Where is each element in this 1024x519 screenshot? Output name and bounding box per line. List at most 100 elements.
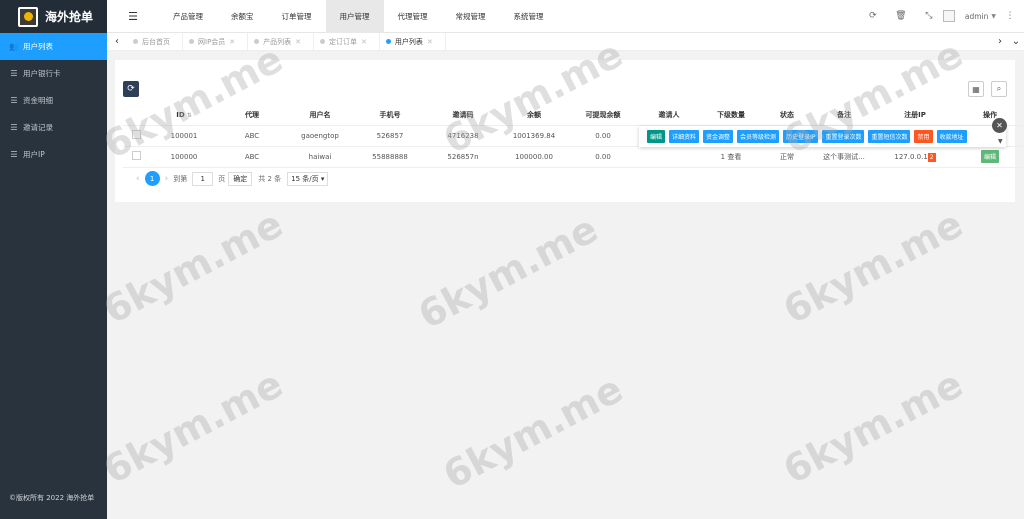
cell-username: haiwai bbox=[285, 146, 355, 168]
reset-sms-count-button[interactable]: 重置短信次数 bbox=[868, 130, 911, 143]
tab-dot bbox=[320, 39, 326, 44]
avatar[interactable] bbox=[942, 10, 955, 22]
sidebar-item-funds[interactable]: ☰ 资金明细 bbox=[0, 87, 107, 114]
tab-label: 定订订单 bbox=[329, 37, 358, 46]
sidebar-item-label: 用户列表 bbox=[23, 42, 53, 51]
list-icon: ☰ bbox=[10, 123, 18, 132]
table-row: 100000 ABC haiwai 55888888 526857n 10000… bbox=[123, 146, 1024, 168]
columns-filter-button[interactable]: ▦ bbox=[968, 81, 984, 97]
caret-down-icon: ▼ bbox=[991, 12, 996, 20]
col-remark: 备注 bbox=[811, 106, 877, 126]
chevron-right-icon[interactable]: › bbox=[992, 36, 1008, 47]
cell-id: 100001 bbox=[149, 125, 219, 147]
watermark: 6kym.me bbox=[776, 361, 970, 493]
close-icon[interactable]: ✕ bbox=[427, 38, 433, 46]
login-ip-history-button[interactable]: 历史登录IP bbox=[783, 130, 819, 143]
tab-dot bbox=[254, 39, 260, 44]
sidebar-item-user-ip[interactable]: ☰ 用户IP bbox=[0, 141, 107, 168]
tab-label: 用户列表 bbox=[394, 37, 423, 46]
refresh-icon: ⟳ bbox=[127, 84, 135, 94]
user-menu[interactable]: admin ▼ bbox=[965, 12, 996, 21]
col-withdrawable: 可提现余额 bbox=[567, 106, 639, 126]
cell-id: 100000 bbox=[149, 146, 219, 168]
prev-page-icon[interactable]: ‹ bbox=[136, 174, 140, 184]
app-name: 海外抢单 bbox=[45, 10, 94, 24]
page-tabs: ‹ 后台首页 网IP会员 ✕ 产品列表 ✕ 定订订单 ✕ 用户列表 ✕ › ⌄ bbox=[107, 32, 1024, 51]
menu-toggle-icon[interactable]: ☰ bbox=[107, 10, 159, 23]
sidebar-item-user-list[interactable]: 👥 用户列表 bbox=[0, 33, 107, 60]
page-size-select[interactable]: 15 条/页 ▾ bbox=[287, 171, 329, 186]
level-check-button[interactable]: 会员等级检测 bbox=[737, 130, 780, 143]
users-icon: 👥 bbox=[9, 42, 19, 51]
sidebar-item-bank-card[interactable]: ☰ 用户银行卡 bbox=[0, 60, 107, 87]
next-page-icon[interactable]: › bbox=[165, 174, 169, 184]
sidebar: 海外抢单 👥 用户列表 ☰ 用户银行卡 ☰ 资金明细 ☰ 邀请记录 ☰ 用户IP… bbox=[0, 0, 107, 519]
disable-button[interactable]: 禁用 bbox=[914, 130, 933, 143]
close-icon[interactable]: ✕ bbox=[229, 38, 235, 46]
ip-text: 127.0.0.1 bbox=[894, 152, 928, 161]
tab-ip-members[interactable]: 网IP会员 ✕ bbox=[183, 32, 249, 51]
refresh-icon[interactable]: ⟳ bbox=[859, 11, 887, 21]
list-icon: ☰ bbox=[10, 96, 18, 105]
row-checkbox[interactable] bbox=[131, 151, 141, 160]
logo[interactable]: 海外抢单 bbox=[0, 0, 107, 33]
tab-home[interactable]: 后台首页 bbox=[127, 32, 183, 51]
goto-confirm-button[interactable]: 确定 bbox=[228, 171, 253, 186]
cell-inviter bbox=[639, 146, 699, 168]
col-id[interactable]: ID ⇅ bbox=[149, 106, 219, 126]
cell-balance: 100000.00 bbox=[501, 146, 567, 168]
total-count: 共 2 条 bbox=[258, 174, 282, 183]
fullscreen-icon[interactable]: ⤡ bbox=[915, 11, 943, 21]
col-agent: 代理 bbox=[219, 106, 285, 126]
reset-login-count-button[interactable]: 重置登录次数 bbox=[822, 130, 865, 143]
cell-phone: 55888888 bbox=[355, 146, 425, 168]
trash-icon[interactable]: 🗑 bbox=[887, 11, 915, 21]
nav-users[interactable]: 用户管理 bbox=[325, 0, 384, 33]
sort-icon[interactable]: ⇅ bbox=[187, 112, 192, 119]
sidebar-item-invites[interactable]: ☰ 邀请记录 bbox=[0, 114, 107, 141]
table-refresh-button[interactable]: ⟳ bbox=[123, 81, 139, 97]
tab-products[interactable]: 产品列表 ✕ bbox=[248, 32, 315, 51]
tab-label: 产品列表 bbox=[263, 37, 292, 46]
nav-orders[interactable]: 订单管理 bbox=[268, 0, 326, 33]
caret-down-icon: ▼ bbox=[998, 138, 1003, 145]
close-popup-icon[interactable]: ✕ bbox=[992, 118, 1007, 133]
cell-username: gaoengtop bbox=[285, 125, 355, 147]
col-inviter: 邀请人 bbox=[639, 106, 699, 126]
nav-agents[interactable]: 代理管理 bbox=[384, 0, 442, 33]
username-label: admin bbox=[964, 11, 989, 21]
chevron-down-icon[interactable]: ⌄ bbox=[1008, 36, 1024, 47]
tab-dot bbox=[133, 39, 138, 44]
payment-address-button[interactable]: 收款地址 bbox=[936, 130, 967, 143]
copyright: ©版权所有 2022 海外抢单 bbox=[9, 494, 95, 502]
subordinates-link[interactable]: 1 查看 bbox=[699, 146, 763, 168]
close-icon[interactable]: ✕ bbox=[361, 38, 367, 46]
nav-yuebao[interactable]: 余额宝 bbox=[217, 0, 268, 33]
ip-count-badge[interactable]: 2 bbox=[927, 152, 936, 162]
current-page[interactable]: 1 bbox=[144, 171, 160, 186]
list-icon: ☰ bbox=[10, 150, 18, 159]
cell-ip: 127.0.0.1 2 bbox=[877, 146, 953, 168]
cell-invite-code: 526857n bbox=[425, 146, 501, 168]
more-vertical-icon[interactable]: ⋮ bbox=[1004, 11, 1016, 21]
tab-user-list[interactable]: 用户列表 ✕ bbox=[380, 32, 446, 51]
chevron-left-icon[interactable]: ‹ bbox=[107, 36, 127, 47]
nav-products[interactable]: 产品管理 bbox=[159, 0, 217, 33]
nav-system[interactable]: 系统管理 bbox=[500, 0, 558, 33]
cell-agent: ABC bbox=[219, 125, 285, 147]
col-subordinates: 下级数量 bbox=[699, 106, 763, 126]
search-button[interactable]: ⌕ bbox=[991, 81, 1007, 97]
edit-button[interactable]: 编辑 bbox=[647, 130, 666, 143]
details-button[interactable]: 详细资料 bbox=[669, 130, 700, 143]
tab-orders[interactable]: 定订订单 ✕ bbox=[314, 32, 380, 51]
page-input[interactable]: 1 bbox=[192, 171, 214, 186]
pagination: ‹ 1 › 到第 1 页 确定 共 2 条 15 条/页 ▾ bbox=[131, 171, 329, 186]
goto-label: 到第 bbox=[173, 174, 188, 183]
nav-general[interactable]: 常规管理 bbox=[442, 0, 500, 33]
watermark: 6kym.me bbox=[436, 366, 630, 498]
row-checkbox[interactable] bbox=[131, 130, 141, 139]
edit-button[interactable]: 编辑 bbox=[980, 150, 999, 163]
adjust-funds-button[interactable]: 资金调整 bbox=[703, 130, 734, 143]
close-icon[interactable]: ✕ bbox=[295, 38, 301, 46]
cell-actions: 编辑 bbox=[953, 146, 1024, 168]
